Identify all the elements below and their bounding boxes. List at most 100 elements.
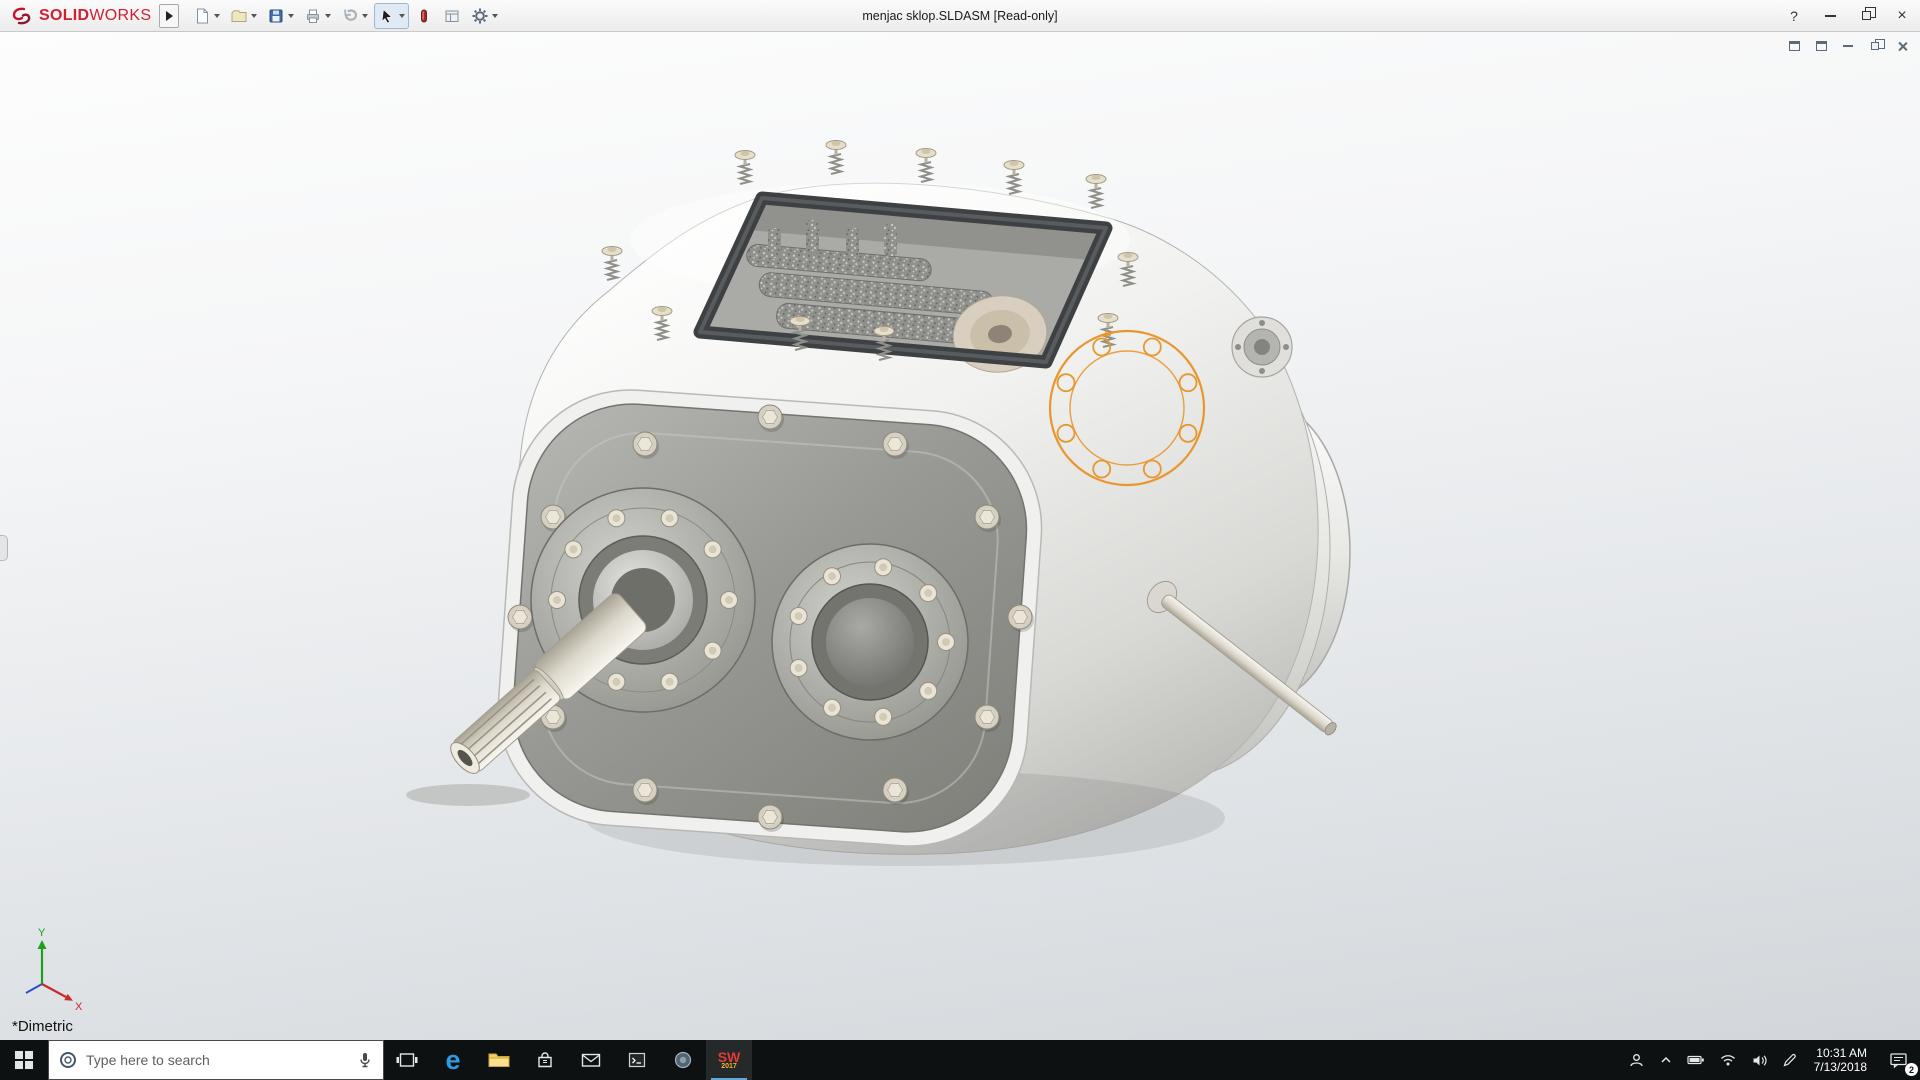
restore-icon (1871, 42, 1879, 50)
taskbar-solidworks-button[interactable]: SW 2017 (706, 1040, 752, 1080)
options-button[interactable] (467, 3, 502, 29)
taskbar-edge-button[interactable]: e (430, 1040, 476, 1080)
help-button[interactable]: ? (1776, 0, 1812, 32)
doc-restore-button[interactable] (1865, 38, 1885, 54)
notification-badge: 2 (1905, 1063, 1918, 1076)
taskbar-mail-button[interactable] (568, 1040, 614, 1080)
chevron-down-icon (492, 14, 498, 18)
print-button[interactable] (300, 3, 335, 29)
window-icon (1789, 41, 1800, 51)
taskbar-clock[interactable]: 10:31 AM 7/13/2018 (1805, 1046, 1876, 1074)
printer-icon (304, 7, 322, 25)
chevron-down-icon (399, 14, 405, 18)
new-document-icon (193, 7, 211, 25)
triangle-right-icon (166, 11, 173, 21)
chevron-down-icon (362, 14, 368, 18)
brand-light: WORKS (89, 7, 151, 24)
app-titlebar: SOLIDWORKS (0, 0, 1920, 32)
taskbar-app-button[interactable] (660, 1040, 706, 1080)
display-pane-icon (443, 7, 461, 25)
menu-flyout-button[interactable] (159, 4, 179, 28)
gearbox-assembly-model[interactable]: Y X (0, 32, 1920, 1040)
terminal-window-icon (627, 1050, 647, 1070)
chevron-down-icon (251, 14, 257, 18)
minimize-icon (1843, 45, 1853, 47)
cortana-icon (59, 1051, 77, 1069)
taskbar-store-button[interactable] (522, 1040, 568, 1080)
document-window-controls (1784, 38, 1912, 54)
solidworks-logo: SOLIDWORKS (0, 6, 159, 26)
task-view-icon (396, 1050, 418, 1070)
undo-arrow-icon (341, 7, 359, 25)
network-button[interactable] (1712, 1040, 1744, 1080)
window-icon (1816, 41, 1827, 51)
volume-button[interactable] (1744, 1040, 1775, 1080)
battery-icon (1687, 1053, 1705, 1067)
file-explorer-icon (487, 1050, 511, 1070)
speaker-icon (1751, 1053, 1768, 1068)
save-floppy-icon (267, 7, 285, 25)
window-controls: ? × (1776, 0, 1920, 32)
display-settings-button[interactable] (439, 3, 465, 29)
close-icon (1897, 41, 1908, 52)
graphics-viewport[interactable]: Y X *Dimetric (0, 32, 1920, 1040)
restore-button[interactable] (1848, 0, 1884, 32)
taskbar-terminal-button[interactable] (614, 1040, 660, 1080)
people-button[interactable] (1621, 1040, 1652, 1080)
undo-button[interactable] (337, 3, 372, 29)
desktop-screen: SOLIDWORKS (0, 0, 1920, 1080)
close-button[interactable]: × (1884, 0, 1920, 32)
select-tool-button[interactable] (374, 3, 409, 29)
people-icon (1628, 1052, 1645, 1069)
mail-envelope-icon (580, 1050, 602, 1070)
doc-cascade-button[interactable] (1811, 38, 1831, 54)
doc-minimize-button[interactable] (1838, 38, 1858, 54)
windows-taskbar: e (0, 1040, 1920, 1080)
x-axis-label: X (75, 1001, 83, 1013)
start-button[interactable] (0, 1040, 48, 1080)
system-tray: 10:31 AM 7/13/2018 2 (1621, 1040, 1920, 1080)
dassault-3ds-icon (10, 6, 34, 26)
microphone-icon[interactable] (357, 1051, 373, 1069)
edge-icon: e (445, 1047, 460, 1074)
windows-ink-button[interactable] (1775, 1040, 1805, 1080)
chevron-up-icon (1659, 1053, 1673, 1067)
brand-bold: SOLID (39, 7, 89, 24)
solidworks-2017-icon: SW 2017 (718, 1050, 741, 1070)
doc-new-window-button[interactable] (1784, 38, 1804, 54)
quick-access-toolbar (189, 3, 502, 29)
panel-flyout-handle[interactable] (0, 535, 8, 561)
minimize-icon (1825, 15, 1836, 17)
bearing-cover-flange[interactable] (772, 544, 968, 740)
action-center-button[interactable]: 2 (1876, 1040, 1920, 1080)
brand-text: SOLIDWORKS (39, 7, 151, 25)
chevron-down-icon (325, 14, 331, 18)
hidden-icons-button[interactable] (1652, 1040, 1680, 1080)
store-bag-icon (535, 1050, 555, 1070)
search-input[interactable] (86, 1052, 348, 1068)
taskbar-search[interactable] (48, 1040, 384, 1080)
rear-bearing-boss[interactable] (1232, 317, 1292, 377)
save-button[interactable] (263, 3, 298, 29)
restore-icon (1862, 11, 1871, 20)
orientation-triad: Y X (26, 927, 83, 1013)
open-folder-icon (230, 7, 248, 25)
wifi-icon (1719, 1053, 1737, 1067)
cursor-arrow-icon (378, 7, 396, 25)
app-circle-icon (673, 1050, 693, 1070)
shaft-shadow (406, 784, 530, 806)
y-axis-label: Y (38, 927, 46, 939)
appearances-button[interactable] (411, 3, 437, 29)
minimize-button[interactable] (1812, 0, 1848, 32)
new-document-button[interactable] (189, 3, 224, 29)
gear-icon (471, 7, 489, 25)
open-button[interactable] (226, 3, 261, 29)
task-view-button[interactable] (384, 1040, 430, 1080)
doc-close-button[interactable] (1892, 38, 1912, 54)
chevron-down-icon (214, 14, 220, 18)
clock-time: 10:31 AM (1816, 1046, 1867, 1060)
taskbar-file-explorer-button[interactable] (476, 1040, 522, 1080)
appearance-capsule-icon (415, 7, 433, 25)
battery-button[interactable] (1680, 1040, 1712, 1080)
pen-icon (1782, 1052, 1798, 1068)
